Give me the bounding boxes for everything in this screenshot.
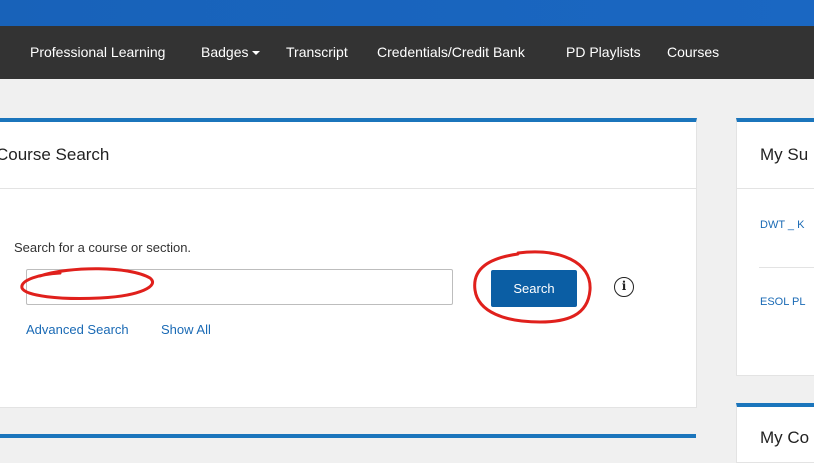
- course-search-input[interactable]: [26, 269, 453, 305]
- show-all-link[interactable]: Show All: [161, 322, 211, 337]
- nav-item-credentials[interactable]: Credentials/Credit Bank: [377, 26, 525, 79]
- nav-item-pd-playlists[interactable]: PD Playlists: [566, 26, 641, 79]
- side-header-divider: [737, 188, 814, 189]
- advanced-search-link[interactable]: Advanced Search: [26, 322, 129, 337]
- nav-item-transcript[interactable]: Transcript: [286, 26, 348, 79]
- nav-item-professional-learning[interactable]: Professional Learning: [30, 26, 165, 79]
- side-item-divider: [759, 267, 814, 268]
- next-card-top-border: [0, 434, 696, 438]
- search-label: Search for a course or section.: [14, 240, 192, 255]
- nav-item-badges[interactable]: Badges: [201, 26, 261, 79]
- card-header-divider: [0, 188, 696, 189]
- side-item-esol[interactable]: ESOL PL: [760, 296, 805, 308]
- search-button[interactable]: Search: [491, 270, 577, 307]
- nav-item-badges-label: Badges: [201, 44, 249, 60]
- info-icon[interactable]: i: [614, 277, 634, 297]
- nav-item-courses[interactable]: Courses: [667, 26, 719, 79]
- main-nav: Professional Learning Badges Transcript …: [0, 26, 814, 79]
- side-item-dwt[interactable]: DWT _ K: [760, 219, 804, 231]
- my-subscriptions-title: My Su: [760, 145, 809, 164]
- caret-down-icon: [252, 51, 261, 56]
- top-accent-bar: [0, 0, 814, 26]
- course-search-title: Course Search: [0, 145, 110, 164]
- my-courses-title: My Co: [760, 428, 810, 447]
